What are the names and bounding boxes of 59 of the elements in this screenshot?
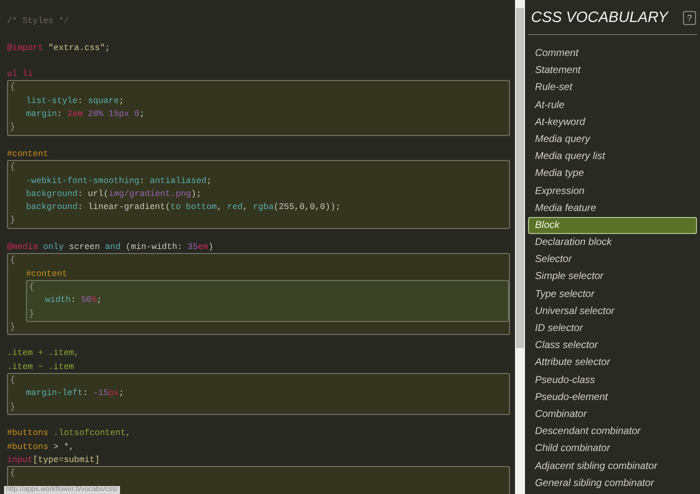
- code-line: .item ~ .item: [7, 360, 74, 374]
- vocabulary-item[interactable]: Child combinator: [528, 440, 697, 458]
- vocabulary-item[interactable]: Media query list: [528, 148, 697, 166]
- code-line: width: 50%;: [45, 294, 102, 308]
- code-line: -webkit-font-smoothing: antialiased;: [26, 174, 212, 188]
- code-line: #content: [7, 148, 48, 161]
- brace: }: [9, 214, 16, 228]
- vocabulary-item[interactable]: Media feature: [528, 200, 697, 217]
- scrollbar[interactable]: [515, 0, 525, 494]
- vocabulary-item[interactable]: Rule-set: [528, 79, 697, 97]
- code-line: input[type=submit]: [7, 454, 100, 467]
- code-line: /* Styles */: [7, 15, 69, 28]
- code-line: background: url(img/gradient.png);: [26, 188, 202, 201]
- vocabulary-item[interactable]: Universal selector: [528, 302, 697, 320]
- vocabulary-item[interactable]: Statement: [528, 62, 697, 80]
- brace: }: [28, 308, 34, 321]
- brace: {: [9, 161, 16, 174]
- brace: {: [9, 81, 16, 94]
- code-line: #buttons > *,: [7, 440, 74, 454]
- code-line: @media only screen and (min-width: 35em): [7, 241, 214, 254]
- brace: }: [9, 121, 16, 134]
- code-line: @import "extra.css";: [7, 42, 110, 55]
- vocabulary-item[interactable]: Comment: [528, 45, 697, 62]
- vocabulary-item[interactable]: ID selector: [528, 320, 697, 338]
- code-line: #content: [26, 268, 68, 281]
- vocabulary-item[interactable]: Pseudo-element: [528, 388, 697, 406]
- vocabulary-item[interactable]: Media query: [528, 130, 697, 148]
- brace: {: [9, 254, 16, 268]
- vocabulary-item[interactable]: Type selector: [528, 286, 697, 303]
- vocabulary-item[interactable]: Class selector: [528, 337, 697, 354]
- scrollbar-thumb[interactable]: [516, 8, 524, 348]
- vocabulary-item[interactable]: Combinator: [528, 406, 697, 424]
- vocabulary-item[interactable]: Attribute selector: [528, 354, 697, 372]
- code-line: margin-left: -15px;: [26, 387, 124, 400]
- vocabulary-item[interactable]: At-rule: [528, 96, 697, 114]
- vocabulary-item[interactable]: Descendant combinator: [528, 423, 697, 440]
- vocabulary-item[interactable]: Declaration block: [528, 234, 697, 252]
- vocabulary-item[interactable]: Media type: [528, 165, 697, 182]
- sidebar-title: CSS VOCABULARY: [531, 8, 668, 28]
- code-line: margin: 2em 20% 15px 0;: [26, 108, 145, 122]
- vocabulary-item[interactable]: Block: [528, 216, 697, 234]
- help-button[interactable]: ?: [683, 11, 696, 25]
- vocabulary-item[interactable]: Simple selector: [528, 268, 697, 286]
- vocabulary-item[interactable]: Expression: [528, 182, 697, 200]
- vocabulary-item[interactable]: At-keyword: [528, 114, 697, 131]
- vocabulary-item[interactable]: Pseudo-class: [528, 372, 697, 389]
- brace: {: [9, 467, 16, 480]
- brace: {: [9, 374, 16, 388]
- brace: {: [28, 280, 34, 294]
- code-line: #buttons .lotsofcontent,: [7, 427, 131, 440]
- brace: }: [9, 400, 16, 414]
- code-line: ul li: [7, 68, 33, 82]
- vocabulary-item[interactable]: Adjacent sibling combinator: [528, 458, 697, 475]
- code-line: list-style: square;: [26, 94, 124, 108]
- vocabulary-item[interactable]: Selector: [528, 251, 697, 268]
- code-line: .item + .item,: [7, 347, 80, 360]
- code-line: background: linear-gradient(to bottom, red, rgba(255,0,0,0));: [26, 201, 341, 214]
- brace: }: [9, 320, 16, 334]
- vocabulary-item[interactable]: General sibling combinator: [528, 474, 697, 492]
